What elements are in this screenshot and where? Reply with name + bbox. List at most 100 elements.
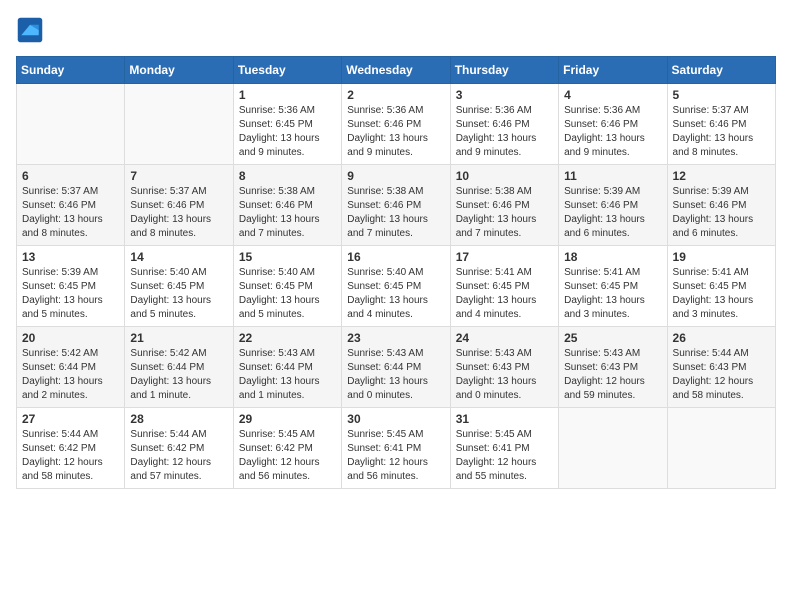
day-info: Sunrise: 5:37 AM Sunset: 6:46 PM Dayligh…: [22, 185, 119, 241]
day-number: 26: [673, 331, 770, 345]
day-number: 12: [673, 169, 770, 183]
calendar-week-row: 1 Sunrise: 5:36 AM Sunset: 6:45 PM Daylig…: [17, 84, 776, 165]
day-number: 29: [239, 412, 336, 426]
calendar-cell: 12Sunrise: 5:39 AM Sunset: 6:46 PM Dayli…: [667, 165, 775, 246]
calendar-week-row: 20Sunrise: 5:42 AM Sunset: 6:44 PM Dayli…: [17, 327, 776, 408]
day-info: Sunrise: 5:38 AM Sunset: 6:46 PM Dayligh…: [347, 185, 444, 241]
calendar-cell: 8Sunrise: 5:38 AM Sunset: 6:46 PM Daylig…: [233, 165, 341, 246]
calendar-cell: 18 Sunrise: 5:41 AM Sunset: 6:45 PM Dayli…: [559, 246, 667, 327]
day-info: Sunrise: 5:36 AM Sunset: 6:46 PM Dayligh…: [456, 104, 553, 160]
day-info: Sunrise: 5:41 AM Sunset: 6:45 PM Dayligh…: [673, 266, 770, 322]
calendar-cell: 31 Sunrise: 5:45 AM Sunset: 6:41 PM Dayli…: [450, 408, 558, 489]
day-number: 16: [347, 250, 444, 264]
calendar-cell: 16 Sunrise: 5:40 AM Sunset: 6:45 PM Dayli…: [342, 246, 450, 327]
calendar-cell: 11 Sunrise: 5:39 AM Sunset: 6:46 PM Dayli…: [559, 165, 667, 246]
day-info: Sunrise: 5:44 AM Sunset: 6:42 PM Dayligh…: [22, 428, 119, 484]
page-header: [16, 16, 776, 44]
calendar-cell: 13 Sunrise: 5:39 AM Sunset: 6:45 PM Dayli…: [17, 246, 125, 327]
day-info: Sunrise: 5:45 AM Sunset: 6:41 PM Dayligh…: [347, 428, 444, 484]
calendar-cell: 6Sunrise: 5:37 AM Sunset: 6:46 PM Daylig…: [17, 165, 125, 246]
day-number: 30: [347, 412, 444, 426]
day-info: Sunrise: 5:44 AM Sunset: 6:42 PM Dayligh…: [130, 428, 227, 484]
calendar-cell: 19 Sunrise: 5:41 AM Sunset: 6:45 PM Dayli…: [667, 246, 775, 327]
calendar-cell: [17, 84, 125, 165]
day-info: Sunrise: 5:43 AM Sunset: 6:43 PM Dayligh…: [456, 347, 553, 403]
day-number: 27: [22, 412, 119, 426]
day-info: Sunrise: 5:44 AM Sunset: 6:43 PM Dayligh…: [673, 347, 770, 403]
day-number: 4: [564, 88, 661, 102]
weekday-header: Monday: [125, 57, 233, 84]
calendar-cell: 21 Sunrise: 5:42 AM Sunset: 6:44 PM Dayli…: [125, 327, 233, 408]
calendar-cell: 10Sunrise: 5:38 AM Sunset: 6:46 PM Dayli…: [450, 165, 558, 246]
day-number: 8: [239, 169, 336, 183]
day-number: 24: [456, 331, 553, 345]
weekday-header: Friday: [559, 57, 667, 84]
day-info: Sunrise: 5:45 AM Sunset: 6:42 PM Dayligh…: [239, 428, 336, 484]
calendar-cell: 27 Sunrise: 5:44 AM Sunset: 6:42 PM Dayli…: [17, 408, 125, 489]
calendar-week-row: 6Sunrise: 5:37 AM Sunset: 6:46 PM Daylig…: [17, 165, 776, 246]
day-info: Sunrise: 5:40 AM Sunset: 6:45 PM Dayligh…: [130, 266, 227, 322]
calendar-cell: 1 Sunrise: 5:36 AM Sunset: 6:45 PM Daylig…: [233, 84, 341, 165]
day-number: 15: [239, 250, 336, 264]
calendar-cell: 17Sunrise: 5:41 AM Sunset: 6:45 PM Dayli…: [450, 246, 558, 327]
calendar-cell: 22 Sunrise: 5:43 AM Sunset: 6:44 PM Dayli…: [233, 327, 341, 408]
weekday-header: Sunday: [17, 57, 125, 84]
weekday-header: Wednesday: [342, 57, 450, 84]
calendar-cell: 24 Sunrise: 5:43 AM Sunset: 6:43 PM Dayli…: [450, 327, 558, 408]
day-number: 19: [673, 250, 770, 264]
day-info: Sunrise: 5:36 AM Sunset: 6:46 PM Dayligh…: [347, 104, 444, 160]
day-info: Sunrise: 5:41 AM Sunset: 6:45 PM Dayligh…: [456, 266, 553, 322]
day-number: 3: [456, 88, 553, 102]
day-number: 13: [22, 250, 119, 264]
weekday-header: Saturday: [667, 57, 775, 84]
day-number: 28: [130, 412, 227, 426]
day-info: Sunrise: 5:36 AM Sunset: 6:45 PM Dayligh…: [239, 104, 336, 160]
weekday-header-row: SundayMondayTuesdayWednesdayThursdayFrid…: [17, 57, 776, 84]
calendar-cell: 4 Sunrise: 5:36 AM Sunset: 6:46 PM Daylig…: [559, 84, 667, 165]
day-info: Sunrise: 5:41 AM Sunset: 6:45 PM Dayligh…: [564, 266, 661, 322]
day-info: Sunrise: 5:39 AM Sunset: 6:46 PM Dayligh…: [564, 185, 661, 241]
day-number: 7: [130, 169, 227, 183]
calendar-cell: 30 Sunrise: 5:45 AM Sunset: 6:41 PM Dayli…: [342, 408, 450, 489]
calendar-cell: [667, 408, 775, 489]
day-info: Sunrise: 5:45 AM Sunset: 6:41 PM Dayligh…: [456, 428, 553, 484]
day-number: 31: [456, 412, 553, 426]
day-number: 23: [347, 331, 444, 345]
day-number: 21: [130, 331, 227, 345]
weekday-header: Tuesday: [233, 57, 341, 84]
weekday-header: Thursday: [450, 57, 558, 84]
calendar-cell: 3 Sunrise: 5:36 AM Sunset: 6:46 PM Daylig…: [450, 84, 558, 165]
day-info: Sunrise: 5:36 AM Sunset: 6:46 PM Dayligh…: [564, 104, 661, 160]
day-number: 11: [564, 169, 661, 183]
calendar-table: SundayMondayTuesdayWednesdayThursdayFrid…: [16, 56, 776, 489]
calendar-cell: 15 Sunrise: 5:40 AM Sunset: 6:45 PM Dayli…: [233, 246, 341, 327]
calendar-cell: 14 Sunrise: 5:40 AM Sunset: 6:45 PM Dayli…: [125, 246, 233, 327]
day-number: 22: [239, 331, 336, 345]
day-info: Sunrise: 5:40 AM Sunset: 6:45 PM Dayligh…: [347, 266, 444, 322]
day-number: 1: [239, 88, 336, 102]
day-info: Sunrise: 5:43 AM Sunset: 6:44 PM Dayligh…: [347, 347, 444, 403]
calendar-cell: [125, 84, 233, 165]
day-number: 14: [130, 250, 227, 264]
calendar-week-row: 27 Sunrise: 5:44 AM Sunset: 6:42 PM Dayli…: [17, 408, 776, 489]
day-info: Sunrise: 5:43 AM Sunset: 6:43 PM Dayligh…: [564, 347, 661, 403]
day-info: Sunrise: 5:42 AM Sunset: 6:44 PM Dayligh…: [130, 347, 227, 403]
day-info: Sunrise: 5:39 AM Sunset: 6:45 PM Dayligh…: [22, 266, 119, 322]
logo-icon: [16, 16, 44, 44]
day-number: 18: [564, 250, 661, 264]
calendar-cell: [559, 408, 667, 489]
day-info: Sunrise: 5:38 AM Sunset: 6:46 PM Dayligh…: [456, 185, 553, 241]
day-info: Sunrise: 5:42 AM Sunset: 6:44 PM Dayligh…: [22, 347, 119, 403]
calendar-cell: 28 Sunrise: 5:44 AM Sunset: 6:42 PM Dayli…: [125, 408, 233, 489]
calendar-cell: 20Sunrise: 5:42 AM Sunset: 6:44 PM Dayli…: [17, 327, 125, 408]
calendar-body: 1 Sunrise: 5:36 AM Sunset: 6:45 PM Daylig…: [17, 84, 776, 489]
calendar-cell: 7Sunrise: 5:37 AM Sunset: 6:46 PM Daylig…: [125, 165, 233, 246]
day-number: 25: [564, 331, 661, 345]
day-info: Sunrise: 5:40 AM Sunset: 6:45 PM Dayligh…: [239, 266, 336, 322]
day-info: Sunrise: 5:43 AM Sunset: 6:44 PM Dayligh…: [239, 347, 336, 403]
day-number: 5: [673, 88, 770, 102]
calendar-week-row: 13 Sunrise: 5:39 AM Sunset: 6:45 PM Dayli…: [17, 246, 776, 327]
calendar-cell: 9Sunrise: 5:38 AM Sunset: 6:46 PM Daylig…: [342, 165, 450, 246]
calendar-cell: 29 Sunrise: 5:45 AM Sunset: 6:42 PM Dayli…: [233, 408, 341, 489]
calendar-cell: 23 Sunrise: 5:43 AM Sunset: 6:44 PM Dayli…: [342, 327, 450, 408]
